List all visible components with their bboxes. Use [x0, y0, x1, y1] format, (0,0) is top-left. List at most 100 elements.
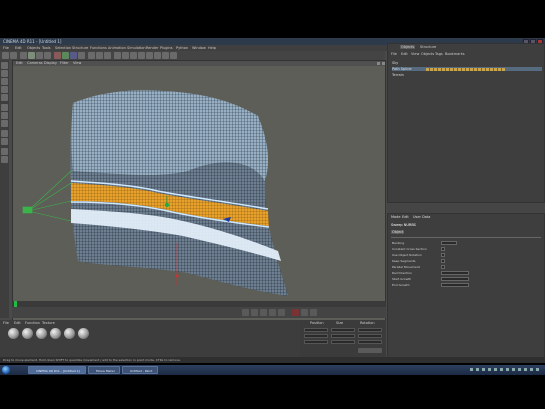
object-row-sky[interactable]: Sky — [392, 61, 398, 65]
workplane-icon[interactable] — [1, 94, 8, 101]
play-icon[interactable] — [260, 309, 267, 316]
material-swatch[interactable] — [36, 328, 47, 339]
apply-button[interactable] — [358, 348, 382, 353]
light-icon[interactable] — [170, 52, 177, 59]
size-y-field[interactable] — [331, 334, 355, 338]
tag-icon[interactable] — [466, 68, 469, 71]
previous-frame-icon[interactable] — [251, 309, 258, 316]
menu-help[interactable]: Help — [208, 46, 216, 50]
tag-icon[interactable] — [486, 68, 489, 71]
tag-icon[interactable] — [446, 68, 449, 71]
tray-icon[interactable] — [470, 368, 473, 371]
go-to-start-icon[interactable] — [242, 309, 249, 316]
menu-plugins[interactable]: Plugins — [160, 46, 173, 50]
autokey-icon[interactable] — [301, 309, 308, 316]
scene-icon[interactable] — [154, 52, 161, 59]
network-icon[interactable] — [524, 368, 527, 371]
taskbar-item-movie-maker[interactable]: Movie Maker — [88, 366, 120, 374]
menu-objects[interactable]: Objects — [27, 46, 40, 50]
rotation-h-field[interactable] — [358, 328, 382, 332]
tab-structure[interactable]: Structure — [420, 45, 436, 49]
material-menu-edit[interactable]: Edit — [14, 321, 21, 325]
volume-icon[interactable] — [518, 368, 521, 371]
material-menu-function[interactable]: Function — [25, 321, 40, 325]
taskbar-item-cinema4d[interactable]: CINEMA 4D R11 - [Untitled 1] — [28, 366, 86, 374]
start-growth-field[interactable] — [441, 277, 469, 281]
tag-icon[interactable] — [494, 68, 497, 71]
object-menu-objects[interactable]: Objects — [421, 52, 434, 56]
tag-icon[interactable] — [482, 68, 485, 71]
menu-simulation[interactable]: Simulation — [127, 46, 146, 50]
object-menu-bookmarks[interactable]: Bookmarks — [445, 52, 465, 56]
live-select-icon[interactable] — [20, 52, 27, 59]
rotation-p-field[interactable] — [358, 334, 382, 338]
tag-icon[interactable] — [438, 68, 441, 71]
tag-icon[interactable] — [462, 68, 465, 71]
next-frame-icon[interactable] — [269, 309, 276, 316]
snap-icon[interactable] — [1, 130, 8, 137]
y-axis-icon[interactable] — [62, 52, 69, 59]
spline-icon[interactable] — [138, 52, 145, 59]
start-button-icon[interactable] — [2, 366, 10, 374]
tray-icon[interactable] — [482, 368, 485, 371]
keep-segments-checkbox[interactable] — [441, 259, 445, 263]
menu-animation[interactable]: Animation — [108, 46, 126, 50]
constant-cross-section-checkbox[interactable] — [441, 247, 445, 251]
attribute-menu-user-data[interactable]: User Data — [413, 215, 430, 219]
points-mode-icon[interactable] — [1, 104, 8, 111]
size-z-field[interactable] — [331, 340, 355, 344]
object-menu-file[interactable]: File — [391, 52, 397, 56]
coordinate-system-icon[interactable] — [78, 52, 85, 59]
tag-icon[interactable] — [450, 68, 453, 71]
perspective-viewport[interactable]: Edit Cameras Display Filter View — [12, 60, 386, 321]
position-x-field[interactable] — [304, 328, 328, 332]
material-swatch[interactable] — [78, 328, 89, 339]
tag-icon[interactable] — [430, 68, 433, 71]
position-y-field[interactable] — [304, 334, 328, 338]
tag-icon[interactable] — [426, 68, 429, 71]
clock-icon[interactable] — [530, 368, 533, 371]
material-swatch[interactable] — [64, 328, 75, 339]
tab-object[interactable]: Object — [391, 230, 405, 234]
paint-mode-icon[interactable] — [1, 156, 8, 163]
object-menu-edit[interactable]: Edit — [401, 52, 408, 56]
rotate-icon[interactable] — [44, 52, 51, 59]
tag-icon[interactable] — [478, 68, 481, 71]
pivot-point-icon[interactable] — [175, 274, 179, 278]
material-swatch[interactable] — [22, 328, 33, 339]
tray-icon[interactable] — [494, 368, 497, 371]
tag-icon[interactable] — [458, 68, 461, 71]
camera-icon[interactable] — [162, 52, 169, 59]
render-view-icon[interactable] — [88, 52, 95, 59]
keyframe-selection-icon[interactable] — [310, 309, 317, 316]
make-editable-icon[interactable] — [1, 62, 8, 69]
material-swatch[interactable] — [50, 328, 61, 339]
object-row-terrain[interactable]: Terrain — [392, 73, 404, 77]
rotation-b-field[interactable] — [358, 340, 382, 344]
use-object-rotation-checkbox[interactable] — [441, 253, 445, 257]
tweak-mode-icon[interactable] — [1, 148, 8, 155]
menu-selection[interactable]: Selection — [55, 46, 71, 50]
attribute-menu-mode[interactable]: Mode — [391, 215, 401, 219]
move-icon[interactable] — [28, 52, 35, 59]
tag-icon[interactable] — [474, 68, 477, 71]
material-menu-file[interactable]: File — [3, 321, 9, 325]
redo-icon[interactable] — [10, 52, 17, 59]
menu-python[interactable]: Python — [176, 46, 188, 50]
tray-icon[interactable] — [512, 368, 515, 371]
array-icon[interactable] — [130, 52, 137, 59]
tab-objects[interactable]: Objects — [400, 45, 416, 49]
material-menu-texture[interactable]: Texture — [42, 321, 55, 325]
tray-icon[interactable] — [476, 368, 479, 371]
tray-icon[interactable] — [488, 368, 491, 371]
texture-mode-icon[interactable] — [1, 86, 8, 93]
tray-icon[interactable] — [500, 368, 503, 371]
tag-icon[interactable] — [454, 68, 457, 71]
model-mode-icon[interactable] — [1, 70, 8, 77]
taskbar-item-paint[interactable]: Untitled - Paint — [122, 366, 158, 374]
menu-functions[interactable]: Functions — [90, 46, 107, 50]
render-settings-icon[interactable] — [104, 52, 111, 59]
x-axis-icon[interactable] — [54, 52, 61, 59]
menu-window[interactable]: Window — [192, 46, 206, 50]
object-mode-icon[interactable] — [1, 78, 8, 85]
